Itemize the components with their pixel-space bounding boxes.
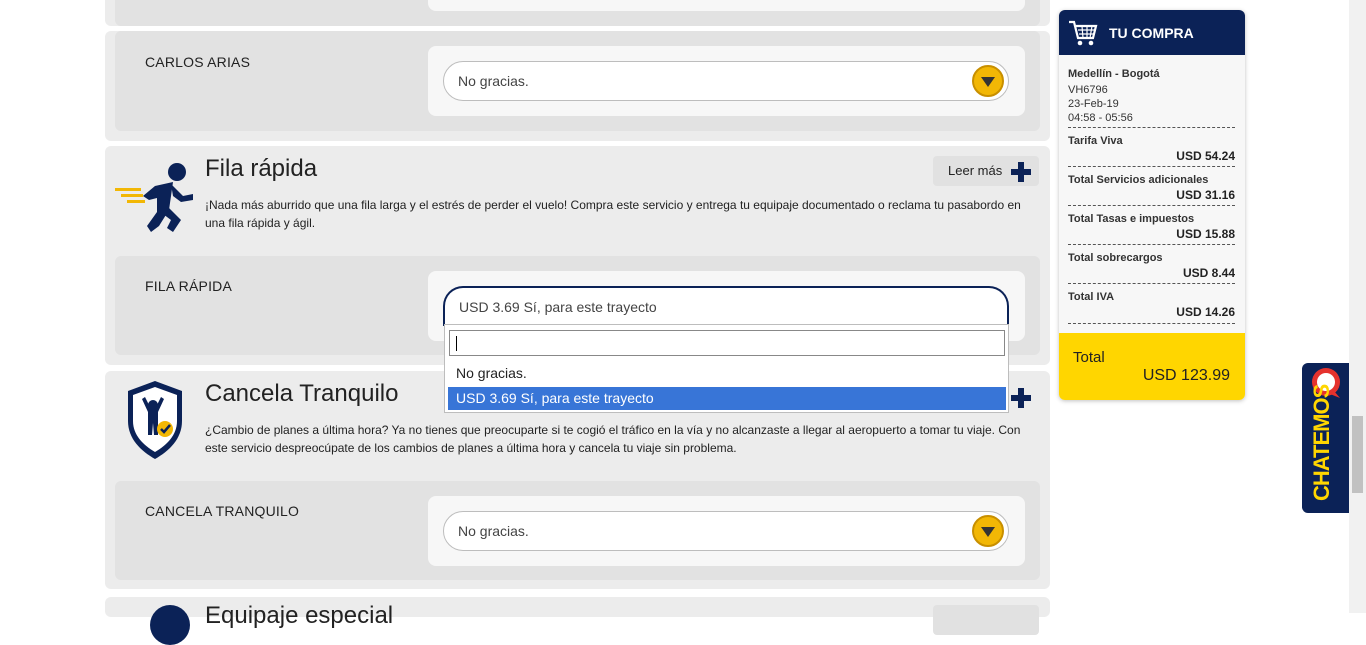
next-section-icon — [150, 605, 190, 645]
fila-rapida-dropdown-list: No gracias. USD 3.69 Sí, para este traye… — [444, 324, 1009, 413]
cart-total-box: Total USD 123.99 — [1059, 333, 1245, 400]
divider — [1068, 323, 1235, 324]
divider — [1068, 205, 1235, 206]
cart-icon — [1069, 20, 1098, 46]
fila-rapida-title: Fila rápida — [205, 155, 318, 182]
next-section-title: Equipaje especial — [205, 602, 394, 629]
scrollbar-thumb[interactable] — [1352, 416, 1363, 493]
scrollbar[interactable] — [1349, 0, 1366, 613]
dropdown-search-input[interactable] — [449, 330, 1005, 356]
chat-label: CHATEMOS — [1309, 384, 1334, 501]
cart-date: 23-Feb-19 — [1068, 98, 1119, 110]
cancela-description: ¿Cambio de planes a última hora? Ya no t… — [205, 423, 1021, 455]
previous-section-card — [105, 0, 1050, 26]
cart-line-amount: USD 31.16 — [1176, 188, 1235, 202]
cart-title: TU COMPRA — [1109, 25, 1194, 41]
divider — [1068, 244, 1235, 245]
divider — [1068, 166, 1235, 167]
plus-icon[interactable] — [1011, 388, 1031, 408]
cart-flight: VH6796 — [1068, 84, 1108, 96]
fila-rapida-description: ¡Nada más aburrido que una fila larga y … — [205, 198, 1021, 230]
cart-line-amount: USD 8.44 — [1182, 266, 1235, 280]
plus-icon — [1011, 162, 1031, 182]
cart-line-label: Total Tasas e impuestos — [1068, 213, 1195, 225]
runner-icon — [115, 163, 193, 232]
dropdown-option-selected[interactable]: USD 3.69 Sí, para este trayecto — [448, 387, 1006, 410]
cancela-field-label: CANCELA TRANQUILO — [145, 503, 300, 519]
dropdown-option[interactable]: No gracias. — [448, 362, 1006, 385]
cart-line-amount: USD 54.24 — [1176, 149, 1235, 163]
passenger-name: CARLOS ARIAS — [145, 54, 251, 70]
cart-line-label: Tarifa Viva — [1068, 135, 1123, 147]
cart-line-label: Total Servicios adicionales — [1068, 174, 1209, 186]
cart-time: 04:58 - 05:56 — [1068, 112, 1133, 124]
fila-rapida-select-value: USD 3.69 Sí, para este trayecto — [459, 299, 657, 315]
cart-line-label: Total IVA — [1068, 291, 1115, 303]
previous-inner — [115, 0, 1040, 26]
cart-panel: TU COMPRA Medellín - Bogotá VH6796 23-Fe… — [1059, 10, 1245, 400]
text-caret — [456, 336, 457, 351]
cancela-title: Cancela Tranquilo — [205, 380, 399, 407]
cart-line-amount: USD 14.26 — [1176, 305, 1235, 319]
passenger-select-value: No gracias. — [458, 73, 529, 89]
leer-mas-label: Leer más — [948, 163, 1003, 178]
cart-total-label: Total — [1073, 349, 1105, 366]
next-section-card: Equipaje especial — [105, 597, 1050, 645]
chat-widget-button[interactable]: CHATEMOS — [1302, 363, 1349, 513]
fila-rapida-select[interactable]: USD 3.69 Sí, para este trayecto — [443, 286, 1009, 326]
cart-header: TU COMPRA — [1059, 10, 1245, 55]
cancela-select-value: No gracias. — [458, 523, 529, 539]
divider — [1068, 283, 1235, 284]
previous-field-box — [428, 0, 1025, 11]
dropdown-arrow-icon[interactable] — [972, 65, 1004, 97]
next-leer-mas-button[interactable] — [933, 605, 1039, 635]
cart-route: Medellín - Bogotá — [1068, 68, 1160, 80]
passenger-select[interactable]: No gracias. — [443, 61, 1009, 101]
cancela-select[interactable]: No gracias. — [443, 511, 1009, 551]
fila-rapida-field-label: FILA RÁPIDA — [145, 278, 233, 294]
cart-line-label: Total sobrecargos — [1068, 252, 1163, 264]
cart-total-amount: USD 123.99 — [1142, 367, 1230, 384]
cart-line-amount: USD 15.88 — [1176, 227, 1235, 241]
dropdown-arrow-icon[interactable] — [972, 515, 1004, 547]
shield-person-icon — [128, 381, 182, 459]
divider — [1068, 127, 1235, 128]
leer-mas-button[interactable]: Leer más — [933, 156, 1039, 186]
